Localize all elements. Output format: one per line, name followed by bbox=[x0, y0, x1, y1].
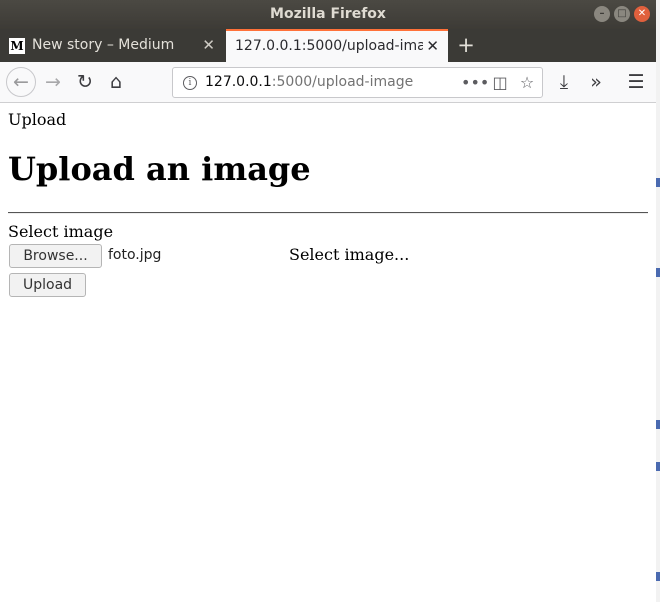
selected-file-name: foto.jpg bbox=[108, 247, 162, 263]
downloads-icon[interactable]: ⤓ bbox=[549, 67, 579, 97]
bookmark-star-icon[interactable]: ☆ bbox=[516, 68, 538, 97]
select-image-label: Select image bbox=[8, 222, 114, 241]
tab-title: New story – Medium bbox=[32, 37, 175, 53]
back-arrow-icon[interactable]: ← bbox=[6, 67, 36, 97]
medium-favicon-icon: M bbox=[9, 38, 25, 54]
tab-medium[interactable]: M New story – Medium ✕ bbox=[0, 29, 224, 62]
pocket-icon[interactable]: ◫ bbox=[489, 68, 511, 97]
browse-button[interactable]: Browse... bbox=[9, 244, 102, 268]
close-window-icon[interactable]: ✕ bbox=[634, 6, 650, 22]
navigation-toolbar: ← → ↻ ⌂ i 127.0.0.1:5000/upload-image ••… bbox=[0, 62, 656, 103]
address-bar[interactable]: i 127.0.0.1:5000/upload-image ••• ◫ ☆ bbox=[172, 67, 543, 98]
forward-arrow-icon[interactable]: → bbox=[38, 67, 68, 97]
background-link-fragment bbox=[656, 572, 660, 581]
window-titlebar: Mozilla Firefox – □ ✕ bbox=[0, 0, 656, 29]
new-tab-plus-icon[interactable]: + bbox=[455, 29, 477, 62]
url-text[interactable]: 127.0.0.1:5000/upload-image bbox=[205, 68, 413, 97]
home-icon[interactable]: ⌂ bbox=[101, 67, 131, 97]
background-link-fragment bbox=[656, 462, 660, 471]
hamburger-menu-icon[interactable]: ☰ bbox=[621, 67, 651, 97]
overflow-chevron-icon[interactable]: » bbox=[581, 67, 611, 97]
select-image-status: Select image... bbox=[289, 245, 410, 264]
horizontal-rule bbox=[8, 212, 648, 214]
page-brand: Upload bbox=[8, 110, 67, 129]
tab-title: 127.0.0.1:5000/upload-image bbox=[235, 38, 423, 54]
page-heading: Upload an image bbox=[8, 150, 311, 188]
tab-upload-image[interactable]: 127.0.0.1:5000/upload-image ✕ bbox=[226, 29, 448, 62]
page-content: Upload Upload an image Select image Brow… bbox=[0, 103, 656, 602]
maximize-icon[interactable]: □ bbox=[614, 6, 630, 22]
tab-bar: M New story – Medium ✕ 127.0.0.1:5000/up… bbox=[0, 29, 656, 62]
browser-window: Mozilla Firefox – □ ✕ M New story – Medi… bbox=[0, 0, 656, 602]
site-info-icon[interactable]: i bbox=[183, 76, 197, 90]
background-link-fragment bbox=[656, 178, 660, 187]
background-link-fragment bbox=[656, 268, 660, 277]
minimize-icon[interactable]: – bbox=[594, 6, 610, 22]
tab-close-icon[interactable]: ✕ bbox=[202, 29, 215, 62]
upload-button[interactable]: Upload bbox=[9, 273, 86, 297]
reload-icon[interactable]: ↻ bbox=[70, 67, 100, 97]
page-actions-ellipsis-icon[interactable]: ••• bbox=[461, 68, 489, 97]
tab-close-icon[interactable]: ✕ bbox=[426, 31, 439, 62]
background-link-fragment bbox=[656, 420, 660, 429]
window-title: Mozilla Firefox bbox=[270, 6, 386, 22]
background-window-edge bbox=[656, 0, 660, 602]
